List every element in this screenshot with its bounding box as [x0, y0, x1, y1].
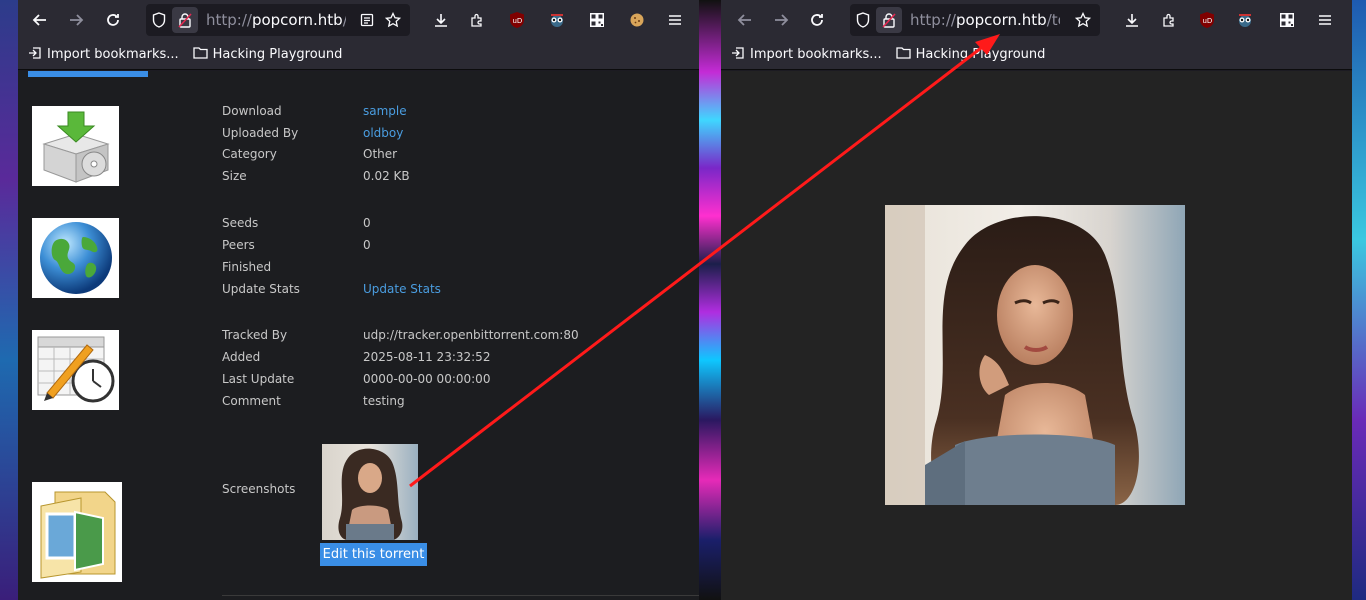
- download-link[interactable]: sample: [363, 104, 407, 118]
- image-viewer-page: [721, 71, 1352, 600]
- full-size-screenshot-image: [885, 205, 1185, 505]
- update-stats-link[interactable]: Update Stats: [363, 282, 441, 296]
- globe-icon: [32, 218, 119, 298]
- screenshot-thumbnail[interactable]: [322, 444, 418, 540]
- divider: [222, 595, 699, 596]
- uploader-link[interactable]: oldboy: [363, 126, 403, 140]
- url-bar[interactable]: http://popcorn.htb/tor: [850, 4, 1100, 36]
- ublock-icon[interactable]: uD: [502, 5, 532, 35]
- bookmark-import[interactable]: Import bookmarks...: [28, 46, 179, 64]
- bookmark-import[interactable]: Import bookmarks...: [731, 46, 882, 64]
- bookmark-folder-hacking[interactable]: Hacking Playground: [192, 46, 343, 63]
- menu-icon[interactable]: [1310, 5, 1340, 35]
- tracking-label: Last Update: [222, 372, 295, 386]
- desktop-wallpaper-right: [1352, 0, 1366, 600]
- qr-icon[interactable]: [1272, 5, 1302, 35]
- stat-label: Peers: [222, 238, 255, 252]
- url-path: /t: [343, 11, 346, 29]
- bookmark-label: Hacking Playground: [212, 47, 343, 62]
- url-prefix: http://: [206, 11, 252, 29]
- size-value: 0.02 KB: [363, 169, 410, 183]
- import-icon: [731, 46, 745, 64]
- category-value: Other: [363, 147, 398, 161]
- reload-icon[interactable]: [802, 5, 832, 35]
- tracking-label: Comment: [222, 394, 281, 408]
- detail-label: Uploaded By: [222, 126, 299, 140]
- bookmark-label: Import bookmarks...: [47, 47, 179, 62]
- import-icon: [28, 46, 42, 64]
- bookmark-folder-hacking[interactable]: Hacking Playground: [895, 46, 1046, 63]
- tracking-label: Added: [222, 350, 261, 364]
- svg-text:uD: uD: [513, 17, 523, 25]
- stat-label: Finished: [222, 260, 272, 274]
- bookmark-label: Hacking Playground: [915, 47, 1046, 62]
- download-box-icon: [32, 106, 119, 186]
- added-value: 2025-08-11 23:32:52: [363, 350, 491, 364]
- extensions-icon[interactable]: [1154, 5, 1184, 35]
- comment-value: testing: [363, 394, 405, 408]
- browser-window-right: http://popcorn.htb/tor uD: [721, 0, 1352, 600]
- extensions-icon[interactable]: [462, 5, 492, 35]
- star-icon[interactable]: [1070, 7, 1096, 33]
- pictures-folder-icon: [32, 482, 122, 582]
- forward-arrow-icon[interactable]: [766, 5, 796, 35]
- folder-icon: [895, 46, 911, 63]
- seeds-value: 0: [363, 216, 371, 230]
- calendar-clock-icon: [32, 330, 119, 410]
- url-path: /tor: [1046, 11, 1060, 29]
- back-arrow-icon[interactable]: [25, 5, 55, 35]
- extension-mask-icon[interactable]: [542, 5, 572, 35]
- url-host: popcorn.htb: [955, 11, 1047, 29]
- bookmark-label: Import bookmarks...: [750, 47, 882, 62]
- back-arrow-icon[interactable]: [730, 5, 760, 35]
- desktop-wallpaper-left: [0, 0, 18, 600]
- screenshots-label: Screenshots: [222, 482, 296, 496]
- shield-icon[interactable]: [146, 7, 172, 33]
- qr-icon[interactable]: [582, 5, 612, 35]
- last-update-value: 0000-00-00 00:00:00: [363, 372, 491, 386]
- menu-icon[interactable]: [660, 5, 690, 35]
- url-text[interactable]: http://popcorn.htb/t: [206, 11, 346, 29]
- peers-value: 0: [363, 238, 371, 252]
- url-host: popcorn.htb: [251, 11, 343, 29]
- shield-icon[interactable]: [850, 7, 876, 33]
- ublock-icon[interactable]: uD: [1192, 5, 1222, 35]
- star-icon[interactable]: [380, 7, 406, 33]
- tracking-label: Tracked By: [222, 328, 288, 342]
- edit-torrent-button[interactable]: Edit this torrent: [320, 543, 427, 566]
- bookmarks-toolbar: Import bookmarks... Hacking Playground: [721, 40, 1352, 70]
- detail-label: Download: [222, 104, 282, 118]
- url-text[interactable]: http://popcorn.htb/tor: [910, 11, 1060, 29]
- lock-icon[interactable]: [876, 7, 902, 33]
- browser-window-left: http://popcorn.htb/t uD: [18, 0, 699, 600]
- stat-label: Seeds: [222, 216, 259, 230]
- detail-label: Category: [222, 147, 277, 161]
- extension-mask-icon[interactable]: [1230, 5, 1260, 35]
- folder-icon: [192, 46, 208, 63]
- detail-label: Size: [222, 169, 247, 183]
- bookmarks-toolbar: Import bookmarks... Hacking Playground: [18, 40, 699, 70]
- tracker-value: udp://tracker.openbittorrent.com:80: [363, 328, 579, 342]
- navigation-toolbar: http://popcorn.htb/t uD: [18, 0, 699, 40]
- url-prefix: http://: [910, 11, 956, 29]
- download-icon[interactable]: [1117, 5, 1147, 35]
- cookie-icon[interactable]: [622, 5, 652, 35]
- svg-text:uD: uD: [1203, 17, 1213, 25]
- top-banner-edge: [28, 71, 148, 77]
- download-icon[interactable]: [426, 5, 456, 35]
- url-bar[interactable]: http://popcorn.htb/t: [146, 4, 410, 36]
- lock-icon[interactable]: [172, 7, 198, 33]
- reload-icon[interactable]: [98, 5, 128, 35]
- reader-view-icon[interactable]: [354, 7, 380, 33]
- stat-label: Update Stats: [222, 282, 300, 296]
- navigation-toolbar: http://popcorn.htb/tor uD: [721, 0, 1352, 40]
- desktop-wallpaper-middle: [699, 0, 721, 600]
- forward-arrow-icon[interactable]: [61, 5, 91, 35]
- torrent-details-page: Download sample Uploaded By oldboy Categ…: [18, 71, 699, 600]
